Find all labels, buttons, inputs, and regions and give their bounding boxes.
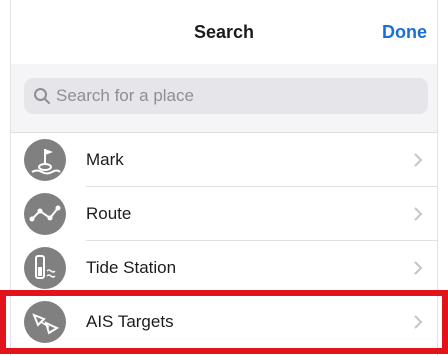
chevron-right-icon xyxy=(414,153,423,167)
list-item-route[interactable]: Route xyxy=(11,187,437,241)
search-field[interactable] xyxy=(24,78,428,114)
search-panel: Search Done Mark xyxy=(10,0,438,356)
route-icon xyxy=(24,193,66,235)
flag-marker-icon xyxy=(24,139,66,181)
list-item-label: Tide Station xyxy=(86,258,177,277)
chevron-right-icon xyxy=(414,207,423,221)
ais-target-icon xyxy=(24,301,66,343)
page-title: Search xyxy=(193,22,255,42)
list-item-tide-station[interactable]: Tide Station xyxy=(11,241,437,295)
list-item-mark[interactable]: Mark xyxy=(11,133,437,187)
tide-station-icon xyxy=(24,247,66,289)
search-bar-area xyxy=(11,64,437,133)
navigation-bar: Search Done xyxy=(11,0,437,65)
done-button[interactable]: Done xyxy=(382,22,427,43)
search-input[interactable] xyxy=(56,78,420,114)
list-item-label: Route xyxy=(86,204,132,223)
chevron-right-icon xyxy=(414,315,423,329)
chevron-right-icon xyxy=(414,261,423,275)
list-item-ais-targets[interactable]: AIS Targets xyxy=(11,295,437,349)
search-icon xyxy=(34,88,50,104)
list-item-label: Mark xyxy=(86,150,124,169)
list-item-label: AIS Targets xyxy=(86,312,174,331)
